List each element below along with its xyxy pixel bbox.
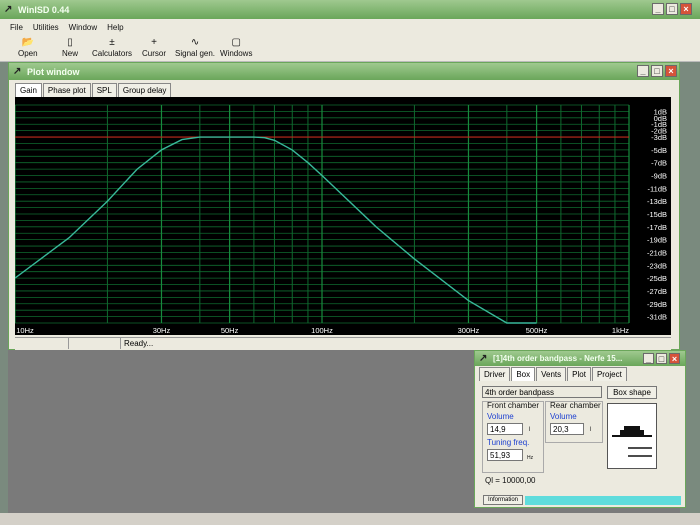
front-volume-unit: l bbox=[529, 427, 531, 433]
front-chamber-title: Front chamber bbox=[487, 401, 540, 410]
plot-window-icon: ↗ bbox=[13, 65, 22, 77]
tab-driver[interactable]: Driver bbox=[479, 367, 511, 381]
x-tick-label: 500Hz bbox=[526, 326, 548, 335]
close-icon[interactable]: × bbox=[680, 3, 692, 15]
y-tick-label: -11dB bbox=[648, 184, 667, 193]
gain-curve bbox=[14, 136, 537, 324]
plot-tabs: Gain Phase plot SPL Group delay bbox=[15, 83, 172, 97]
signal-gen-button[interactable]: ∿ Signal gen. bbox=[175, 37, 215, 58]
plot-status-bar: Ready... bbox=[15, 337, 671, 350]
box-window-title-bar: ↗ [1]4th order bandpass - Nerfe 15... _ … bbox=[475, 351, 685, 366]
tab-box[interactable]: Box bbox=[511, 367, 536, 381]
box-diagram bbox=[607, 403, 657, 469]
box-window: ↗ [1]4th order bandpass - Nerfe 15... _ … bbox=[474, 350, 686, 508]
y-tick-label: -25dB bbox=[647, 274, 667, 283]
x-tick-label: 10Hz bbox=[16, 326, 34, 335]
y-tick-label: -27dB bbox=[647, 287, 667, 296]
box-window-title: [1]4th order bandpass - Nerfe 15... bbox=[493, 354, 623, 363]
plot-window: ↗ Plot window _ □ × Gain Phase plot SPL … bbox=[8, 62, 680, 350]
tab-plot[interactable]: Plot bbox=[567, 367, 591, 381]
box-minimize-icon[interactable]: _ bbox=[643, 353, 654, 364]
app-title: WinISD 0.44 bbox=[18, 4, 70, 15]
information-button[interactable]: Information bbox=[483, 495, 523, 505]
new-button[interactable]: ▯ New bbox=[62, 37, 78, 58]
x-tick-label: 50Hz bbox=[221, 326, 239, 335]
rear-volume-label: Volume bbox=[550, 412, 577, 421]
tab-group-delay[interactable]: Group delay bbox=[117, 83, 172, 97]
x-tick-label: 1kHz bbox=[612, 326, 629, 335]
y-tick-label: -17dB bbox=[647, 223, 667, 232]
maximize-icon[interactable]: □ bbox=[666, 3, 678, 15]
y-tick-label: -19dB bbox=[647, 236, 667, 245]
toolbar: 📂 Open ▯ New ± Calculators + Cursor ∿ Si… bbox=[0, 35, 700, 62]
y-tick-label: -13dB bbox=[647, 197, 667, 206]
gain-chart: 1dB0dB-1dB-2dB-3dB-5dB-7dB-9dB-11dB-13dB… bbox=[14, 104, 667, 335]
tab-project[interactable]: Project bbox=[591, 367, 627, 381]
status-text: Ready... bbox=[124, 339, 154, 348]
x-tick-label: 300Hz bbox=[458, 326, 480, 335]
plot-minimize-icon[interactable]: _ bbox=[637, 65, 649, 77]
info-progress-strip bbox=[525, 496, 681, 505]
plot-window-title-bar: ↗ Plot window _ □ × bbox=[9, 63, 679, 80]
plot-maximize-icon[interactable]: □ bbox=[651, 65, 663, 77]
tab-gain[interactable]: Gain bbox=[15, 83, 42, 97]
cursor-button[interactable]: + Cursor bbox=[142, 37, 166, 58]
signal-generator-icon: ∿ bbox=[190, 37, 200, 48]
rear-chamber-title: Rear chamber bbox=[550, 401, 601, 410]
menu-help[interactable]: Help bbox=[107, 23, 123, 32]
windows-icon: ▢ bbox=[231, 37, 241, 48]
bandpass-box-icon bbox=[612, 426, 652, 457]
minimize-icon[interactable]: _ bbox=[652, 3, 664, 15]
y-tick-label: -7dB bbox=[651, 159, 667, 168]
status-cell-empty-1 bbox=[15, 338, 69, 349]
front-tuning-label: Tuning freq. bbox=[487, 438, 530, 447]
crosshair-icon: + bbox=[151, 37, 157, 48]
y-tick-label: -29dB bbox=[647, 300, 667, 309]
front-tuning-input[interactable]: 51,93 bbox=[487, 449, 523, 461]
winisd-logo-icon: ↗ bbox=[4, 3, 13, 15]
y-tick-label: -21dB bbox=[647, 248, 667, 257]
y-tick-label: -15dB bbox=[647, 210, 667, 219]
menu-utilities[interactable]: Utilities bbox=[33, 23, 59, 32]
front-volume-input[interactable]: 14,9 bbox=[487, 423, 523, 435]
menu-file[interactable]: File bbox=[10, 23, 23, 32]
box-window-icon: ↗ bbox=[479, 352, 488, 364]
box-tabs: Driver Box Vents Plot Project bbox=[479, 367, 628, 381]
tab-spl[interactable]: SPL bbox=[91, 83, 117, 97]
tab-phase-plot[interactable]: Phase plot bbox=[42, 83, 91, 97]
bottom-strip bbox=[0, 513, 700, 525]
new-document-icon: ▯ bbox=[67, 37, 73, 48]
x-tick-label: 30Hz bbox=[153, 326, 171, 335]
rear-volume-unit: l bbox=[590, 427, 592, 433]
front-tuning-unit: Hz bbox=[527, 455, 534, 461]
menu-bar: File Utilities Window Help bbox=[0, 19, 700, 35]
folder-open-icon: 📂 bbox=[21, 37, 35, 48]
open-button[interactable]: 📂 Open bbox=[18, 37, 38, 58]
y-tick-label: -5dB bbox=[651, 146, 667, 155]
box-maximize-icon[interactable]: □ bbox=[656, 353, 667, 364]
box-type-field: 4th order bandpass bbox=[482, 386, 602, 398]
plot-close-icon[interactable]: × bbox=[665, 65, 677, 77]
box-close-icon[interactable]: × bbox=[669, 353, 680, 364]
menu-window[interactable]: Window bbox=[69, 23, 97, 32]
calculator-icon: ± bbox=[109, 37, 115, 48]
app-title-bar: ↗ WinISD 0.44 _ □ × bbox=[0, 0, 700, 19]
status-cell-empty-2 bbox=[69, 338, 121, 349]
y-tick-label: -31dB bbox=[647, 313, 667, 322]
calculators-button[interactable]: ± Calculators bbox=[92, 37, 132, 58]
x-tick-label: 100Hz bbox=[311, 326, 333, 335]
ql-value: Ql = 10000,00 bbox=[485, 476, 536, 485]
y-tick-label: -23dB bbox=[647, 261, 667, 270]
rear-volume-input[interactable]: 20,3 bbox=[550, 423, 584, 435]
y-tick-label: -3dB bbox=[651, 133, 667, 142]
windows-button[interactable]: ▢ Windows bbox=[220, 37, 252, 58]
gain-plot[interactable]: 1dB 0dB -1dB -2dB -3dB -5dB -7dB -9dB -11dB -13dB… bbox=[14, 97, 671, 335]
front-volume-label: Volume bbox=[487, 412, 514, 421]
plot-window-title: Plot window bbox=[27, 66, 80, 77]
box-shape-button[interactable]: Box shape bbox=[607, 386, 657, 399]
tab-vents[interactable]: Vents bbox=[536, 367, 567, 381]
y-tick-label: -9dB bbox=[651, 172, 667, 181]
